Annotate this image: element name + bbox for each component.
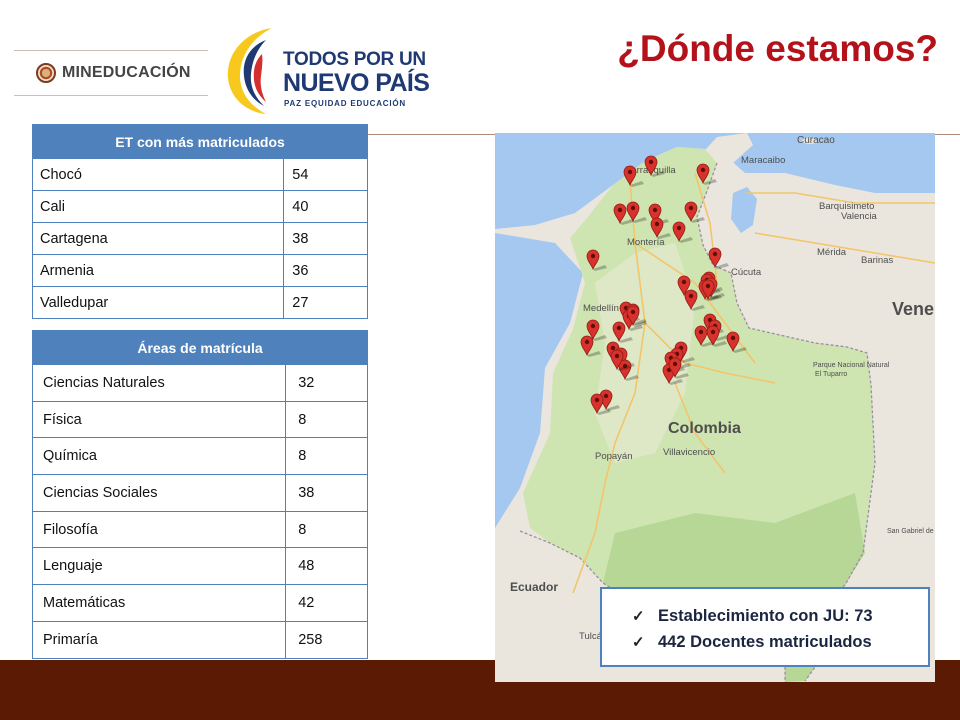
map-marker-icon[interactable]: [696, 163, 717, 185]
coat-of-arms-icon: [36, 63, 56, 83]
stat-item: ✓ 442 Docentes matriculados: [632, 629, 928, 655]
table-cell-name: Armenia: [31, 254, 285, 287]
table-header-row: ET con más matriculados: [32, 124, 368, 159]
table-cell-value: 36: [283, 254, 368, 287]
map-marker-icon[interactable]: [623, 165, 644, 187]
stat-item: ✓ Establecimiento con JU: 73: [632, 603, 928, 629]
table-cell-value: 8: [285, 510, 368, 549]
table-cell-name: Ciencias Sociales: [31, 474, 287, 512]
table-cell-value: 27: [283, 286, 368, 319]
table-cell-name: Matemáticas: [31, 584, 287, 622]
table-header: ET con más matriculados: [32, 124, 368, 159]
table-cell-value: 42: [285, 584, 368, 622]
tricolor-swoosh-icon: [227, 28, 272, 114]
table-cell-name: Cali: [31, 190, 285, 223]
table-row: Lenguaje 48: [31, 547, 368, 586]
areas-table: Áreas de matrícula Ciencias Naturales 32 …: [31, 330, 368, 659]
table-row: Matemáticas 42: [31, 584, 368, 622]
map-marker-icon[interactable]: [726, 331, 747, 353]
checkmark-icon: ✓: [632, 608, 645, 625]
table-cell-value: 38: [285, 474, 368, 512]
table-cell-value: 258: [285, 620, 368, 659]
table-row: Armenia 36: [31, 254, 368, 287]
todos-por-un-nuevo-pais-logo: TODOS POR UN NUEVO PAÍS PAZ EQUIDAD EDUC…: [222, 26, 430, 116]
table-row: Filosofía 8: [31, 510, 368, 549]
table-header: Áreas de matrícula: [32, 330, 368, 365]
table-row: Ciencias Naturales 32: [31, 364, 368, 402]
top-et-table: ET con más matriculados Chocó 54 Cali 40 C…: [31, 124, 368, 319]
logo-line-1: TODOS POR UN: [283, 49, 426, 70]
table-cell-name: Primaría: [31, 620, 287, 659]
logo-line-3: PAZ EQUIDAD EDUCACIÓN: [284, 99, 406, 108]
map-marker-icon[interactable]: [586, 249, 607, 271]
checkmark-icon: ✓: [632, 634, 645, 651]
table-cell-name: Filosofía: [31, 510, 287, 549]
table-cell-value: 48: [285, 547, 368, 586]
stats-box: ✓ Establecimiento con JU: 73 ✓ 442 Docen…: [600, 587, 930, 667]
table-row: Cartagena 38: [31, 222, 368, 255]
map-marker-icon[interactable]: [618, 359, 639, 381]
table-cell-value: 54: [283, 158, 368, 191]
table-cell-name: Valledupar: [31, 286, 285, 319]
table-cell-value: 38: [283, 222, 368, 255]
table-row: Chocó 54: [31, 158, 368, 191]
mineducacion-logo-text: MINEDUCACIÓN: [62, 64, 191, 81]
table-cell-name: Química: [31, 437, 287, 476]
map-marker-icon[interactable]: [684, 201, 705, 223]
table-row: Ciencias Sociales 38: [31, 474, 368, 512]
table-cell-name: Chocó: [31, 158, 285, 191]
mineducacion-logo: MINEDUCACIÓN: [14, 50, 208, 96]
logo-line-2: NUEVO PAÍS: [283, 69, 430, 97]
table-cell-name: Lenguaje: [31, 547, 287, 586]
map-marker-icon[interactable]: [672, 221, 693, 243]
page-title: ¿Dónde estamos?: [617, 28, 938, 69]
stat-item-text: Establecimiento con JU: 73: [658, 606, 873, 625]
table-row: Primaría 258: [31, 620, 368, 659]
table-cell-value: 32: [285, 364, 368, 402]
table-cell-value: 8: [285, 400, 368, 439]
table-cell-name: Ciencias Naturales: [31, 364, 287, 402]
table-row: Cali 40: [31, 190, 368, 223]
table-row: Química 8: [31, 437, 368, 476]
table-cell-value: 40: [283, 190, 368, 223]
table-cell-name: Física: [31, 400, 287, 439]
map-marker-icon[interactable]: [708, 247, 729, 269]
table-cell-name: Cartagena: [31, 222, 285, 255]
stat-item-text: 442 Docentes matriculados: [658, 632, 872, 651]
map-marker-icon[interactable]: [644, 155, 665, 177]
table-header-row: Áreas de matrícula: [32, 330, 368, 365]
table-row: Física 8: [31, 400, 368, 439]
table-cell-value: 8: [285, 437, 368, 476]
table-row: Valledupar 27: [31, 286, 368, 319]
